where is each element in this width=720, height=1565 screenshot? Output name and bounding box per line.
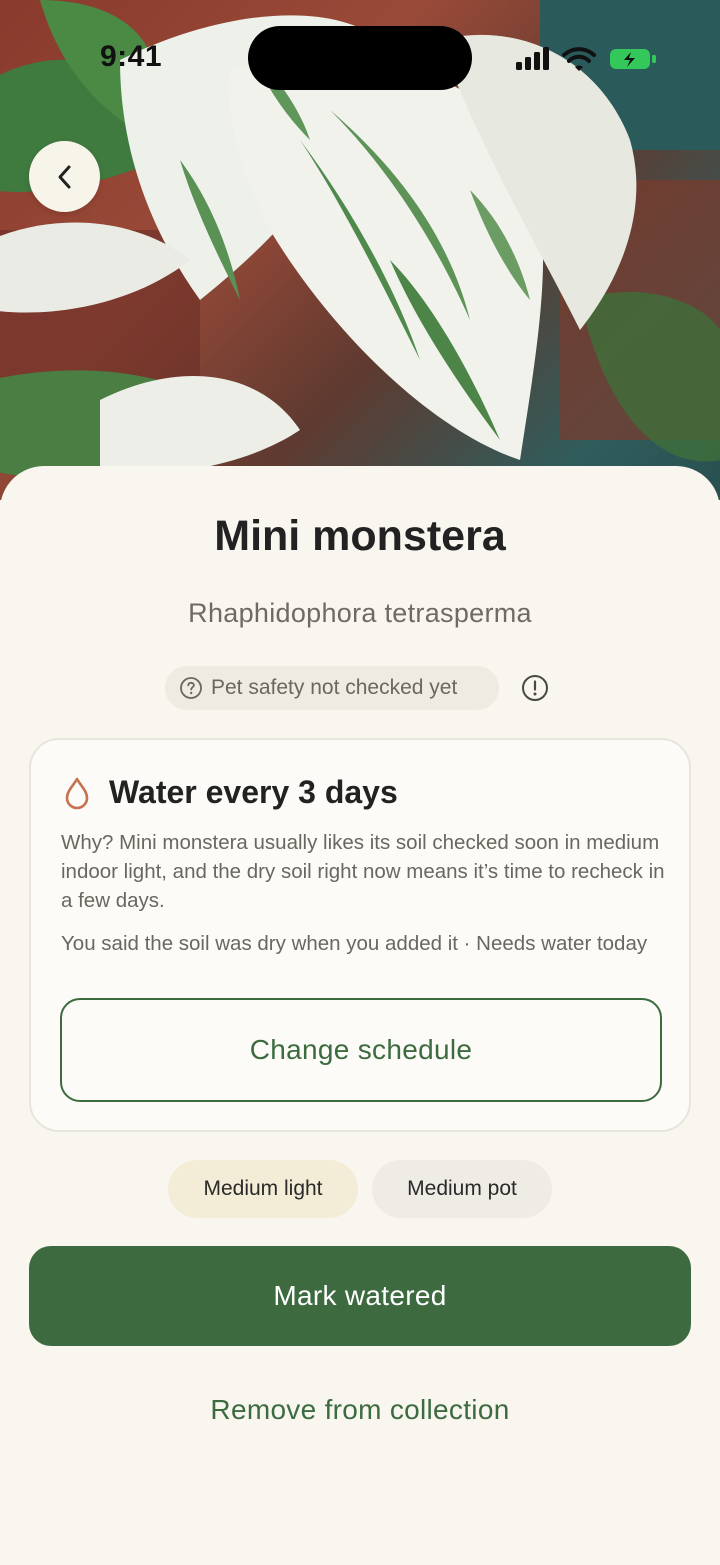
watering-frequency: Water every 3 days [109,774,398,810]
dynamic-island [248,26,472,90]
pet-safety-info-button[interactable] [520,673,550,703]
light-chip[interactable]: Medium light [168,1160,358,1218]
mark-watered-button[interactable]: Mark watered [29,1246,691,1346]
water-drop-icon [65,777,89,809]
pet-safety-badge[interactable]: Pet safety not checked yet [165,666,499,710]
back-button[interactable] [29,141,100,212]
plant-name: Mini monstera [214,512,506,560]
scientific-name: Rhaphidophora tetrasperma [188,598,532,628]
watering-explanation: Why? Mini monstera usually likes its soi… [61,831,665,912]
watering-status-note: You said the soil was dry when you added… [61,932,648,955]
change-schedule-button[interactable]: Change schedule [60,998,662,1102]
signal-icon [516,47,549,70]
question-circle-icon [180,677,202,699]
watering-title-row: Water every 3 days [63,774,398,811]
pot-size-chip[interactable]: Medium pot [372,1160,552,1218]
status-time: 9:41 [100,40,163,73]
status-bar: 9:41 [0,0,720,110]
wifi-icon [562,47,596,71]
exclamation-circle-icon [522,675,548,701]
watering-card: Water every 3 days Why? Mini monstera us… [29,738,691,1132]
battery-icon [610,49,656,69]
remove-from-collection-link[interactable]: Remove from collection [0,1394,720,1426]
back-chevron-icon [58,165,70,188]
status-icons [516,47,656,71]
pet-safety-label: Pet safety not checked yet [211,676,458,699]
